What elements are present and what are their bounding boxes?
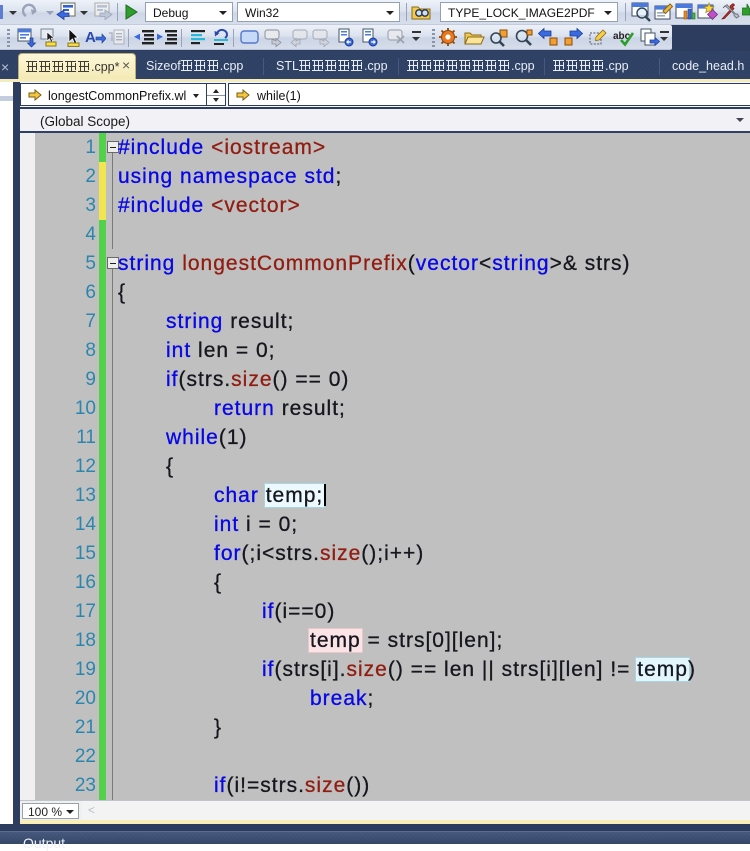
svg-text:A: A — [85, 29, 96, 46]
